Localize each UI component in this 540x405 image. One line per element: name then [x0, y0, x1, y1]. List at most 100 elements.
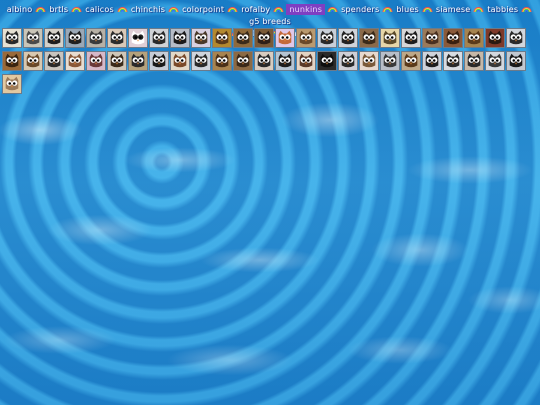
owl-cat-face-icon	[45, 52, 63, 70]
cat-thumbnail[interactable]	[359, 51, 379, 71]
cat-thumbnail[interactable]	[380, 51, 400, 71]
cat-thumbnail[interactable]	[254, 51, 274, 71]
cat-thumbnail[interactable]	[485, 28, 505, 48]
cat-thumbnail[interactable]	[65, 51, 85, 71]
owl-cat-face-icon	[360, 29, 378, 47]
owl-cat-face-icon	[24, 52, 42, 70]
rainbow-icon	[71, 6, 82, 12]
cat-thumbnail[interactable]	[380, 28, 400, 48]
rainbow-icon	[382, 6, 393, 12]
cat-thumbnail[interactable]	[149, 28, 169, 48]
cat-thumbnail[interactable]	[275, 28, 295, 48]
owl-cat-face-icon	[234, 52, 252, 70]
owl-cat-face-icon	[255, 52, 273, 70]
cat-thumbnail[interactable]	[422, 28, 442, 48]
owl-cat-face-icon	[339, 52, 357, 70]
owl-cat-face-icon	[318, 52, 336, 70]
cat-thumbnail[interactable]	[191, 28, 211, 48]
cat-thumbnail[interactable]	[2, 51, 22, 71]
cat-thumbnail[interactable]	[422, 51, 442, 71]
cat-thumbnail[interactable]	[107, 28, 127, 48]
owl-cat-face-icon	[276, 29, 294, 47]
cat-thumbnail[interactable]	[464, 28, 484, 48]
owl-cat-face-icon	[234, 29, 252, 47]
cat-thumbnail[interactable]	[128, 51, 148, 71]
owl-cat-face-icon	[192, 52, 210, 70]
cat-thumbnail[interactable]	[65, 28, 85, 48]
cat-thumbnail[interactable]	[23, 51, 43, 71]
cat-thumbnail[interactable]	[443, 28, 463, 48]
rainbow-icon	[35, 6, 46, 12]
nav-link-albino[interactable]: albino	[6, 4, 34, 15]
owl-cat-face-icon	[465, 52, 483, 70]
owl-cat-face-icon	[66, 52, 84, 70]
owl-cat-face-icon	[423, 52, 441, 70]
owl-cat-face-icon	[423, 29, 441, 47]
nav-link-siamese[interactable]: siamese	[435, 4, 472, 15]
cat-thumbnail[interactable]	[338, 51, 358, 71]
owl-cat-face-icon	[108, 29, 126, 47]
nav-link-colorpoint[interactable]: colorpoint	[181, 4, 225, 15]
cat-thumbnail[interactable]	[2, 28, 22, 48]
nav-link-g5-breeds[interactable]: g5 breeds	[248, 16, 292, 27]
cat-thumbnail[interactable]	[275, 51, 295, 71]
cat-thumbnail[interactable]	[338, 28, 358, 48]
cat-thumbnail[interactable]	[212, 28, 232, 48]
cat-thumbnail[interactable]	[2, 74, 22, 94]
cat-thumbnail[interactable]	[191, 51, 211, 71]
cat-thumbnail[interactable]	[86, 28, 106, 48]
nav-link-rofalby[interactable]: rofalby	[240, 4, 271, 15]
cat-thumbnail[interactable]	[233, 28, 253, 48]
owl-cat-face-icon	[150, 29, 168, 47]
nav-link-tabbies[interactable]: tabbies	[486, 4, 519, 15]
gallery-row	[2, 51, 538, 73]
rainbow-icon	[422, 6, 433, 12]
cat-thumbnail[interactable]	[296, 28, 316, 48]
nav-link-blues[interactable]: blues	[395, 4, 419, 15]
owl-cat-face-icon	[486, 52, 504, 70]
cat-thumbnail[interactable]	[401, 28, 421, 48]
rainbow-icon	[273, 6, 284, 12]
nav-link-brtls[interactable]: brtls	[48, 4, 69, 15]
rainbow-icon	[473, 6, 484, 12]
cat-thumbnail[interactable]	[254, 28, 274, 48]
cat-thumbnail[interactable]	[107, 51, 127, 71]
cat-thumbnail[interactable]	[44, 28, 64, 48]
cat-thumbnail[interactable]	[170, 51, 190, 71]
nav-link-spenders[interactable]: spenders	[340, 4, 380, 15]
cat-thumbnail[interactable]	[233, 51, 253, 71]
cat-thumbnail[interactable]	[128, 28, 148, 48]
owl-cat-face-icon	[129, 52, 147, 70]
cat-thumbnail[interactable]	[443, 51, 463, 71]
owl-cat-face-icon	[360, 52, 378, 70]
owl-cat-face-icon	[171, 29, 189, 47]
cat-thumbnail[interactable]	[44, 51, 64, 71]
cat-thumbnail[interactable]	[317, 51, 337, 71]
cat-thumbnail[interactable]	[86, 51, 106, 71]
cat-thumbnail[interactable]	[506, 51, 526, 71]
cat-thumbnail[interactable]	[170, 28, 190, 48]
owl-cat-face-icon	[402, 52, 420, 70]
owl-cat-face-icon	[297, 52, 315, 70]
owl-cat-face-icon	[171, 52, 189, 70]
owl-cat-face-icon	[192, 29, 210, 47]
cat-thumbnail[interactable]	[212, 51, 232, 71]
cat-thumbnail[interactable]	[464, 51, 484, 71]
owl-cat-face-icon	[381, 29, 399, 47]
cat-thumbnail[interactable]	[506, 28, 526, 48]
nav-link-calicos[interactable]: calicos	[84, 4, 115, 15]
owl-cat-face-icon	[486, 29, 504, 47]
cat-thumbnail[interactable]	[317, 28, 337, 48]
cat-thumbnail[interactable]	[23, 28, 43, 48]
cat-thumbnail[interactable]	[485, 51, 505, 71]
nav-link-chinchis[interactable]: chinchis	[130, 4, 166, 15]
nav-link-nunkins[interactable]: nunkins	[286, 4, 326, 15]
cat-thumbnail[interactable]	[149, 51, 169, 71]
cat-thumbnail[interactable]	[359, 28, 379, 48]
owl-cat-face-icon	[507, 29, 525, 47]
cat-thumbnail[interactable]	[296, 51, 316, 71]
owl-cat-face-icon	[129, 29, 147, 47]
owl-cat-face-icon	[339, 29, 357, 47]
cat-gallery	[2, 28, 538, 97]
cat-thumbnail[interactable]	[401, 51, 421, 71]
